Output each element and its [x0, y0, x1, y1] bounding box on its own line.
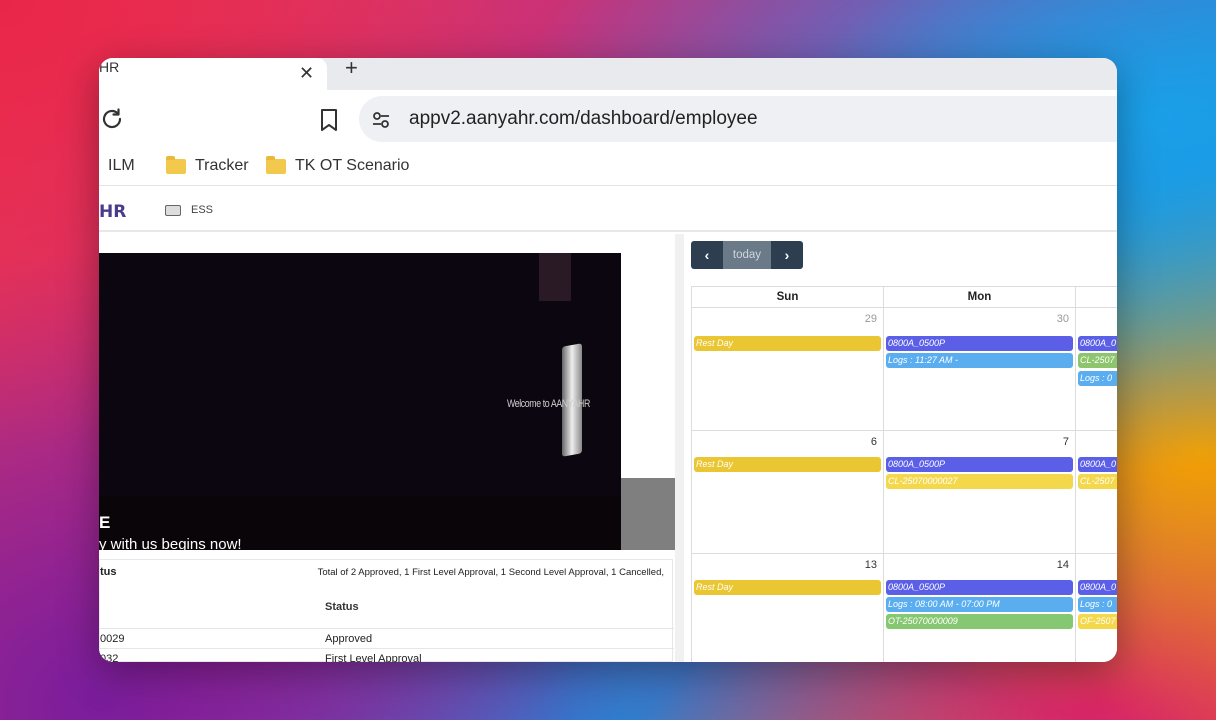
video-side-placeholder	[621, 478, 675, 550]
bookmark-ilm[interactable]: ILM	[99, 156, 135, 176]
event-cl[interactable]: CL-25070000027	[886, 474, 1073, 489]
day-number: 14	[1056, 559, 1069, 571]
dow-sun: Sun	[691, 286, 884, 308]
bookmark-tracker[interactable]: Tracker	[166, 155, 249, 176]
video-strip	[539, 253, 571, 301]
calendar-panel: ‹ today › Sun Mon 29 Rest Day 30 0800A_0…	[684, 234, 1117, 662]
breadcrumb[interactable]: ESS	[165, 204, 213, 216]
event-rest-day[interactable]: Rest Day	[694, 457, 881, 472]
close-tab-icon[interactable]: ✕	[299, 64, 314, 82]
video-welcome-text: Welcome to AANYAHR	[507, 398, 590, 410]
bookmark-tk-ot-scenario[interactable]: TK OT Scenario	[266, 155, 410, 176]
status-card-title: tus	[100, 566, 117, 578]
table-row[interactable]: 0029 Approved	[100, 628, 674, 648]
prev-button[interactable]: ‹	[691, 241, 723, 269]
video-title: E	[99, 513, 111, 532]
bookmark-label: ILM	[108, 157, 135, 174]
day-number: 7	[1062, 436, 1069, 448]
next-button[interactable]: ›	[771, 241, 803, 269]
day-cell[interactable]: 29 Rest Day	[691, 308, 884, 431]
row-status: Approved	[325, 633, 373, 645]
row-status: First Level Approval	[325, 653, 422, 662]
day-number: 30	[1056, 313, 1069, 325]
row-id: 0029	[100, 633, 125, 645]
dow-mon: Mon	[883, 286, 1076, 308]
day-cell[interactable]: 0800A_0 Logs : 0 OF-2507	[1075, 554, 1117, 662]
dashboard-content: Welcome to AANYAHR E y with us begins no…	[99, 234, 1117, 662]
event-logs[interactable]: Logs : 0	[1078, 597, 1117, 612]
event-ot[interactable]: OT-25070000009	[886, 614, 1073, 629]
dow-tue	[1075, 286, 1117, 308]
tab-active[interactable]: HR ✕	[99, 58, 327, 90]
day-cell[interactable]: 14 0800A_0500P Logs : 08:00 AM - 07:00 P…	[883, 554, 1076, 662]
day-number: 29	[864, 313, 877, 325]
bookmark-label: TK OT Scenario	[295, 157, 410, 174]
video-caption: y with us begins now!	[99, 536, 242, 550]
tab-title: HR	[99, 59, 120, 75]
event-shift[interactable]: 0800A_0500P	[886, 457, 1073, 472]
event-rest-day[interactable]: Rest Day	[694, 336, 881, 351]
day-cell[interactable]: 6 Rest Day	[691, 431, 884, 554]
address-bar[interactable]: appv2.aanyahr.com/dashboard/employee	[359, 96, 1117, 142]
folder-icon	[166, 155, 186, 174]
url-text: appv2.aanyahr.com/dashboard/employee	[409, 108, 758, 129]
today-button[interactable]: today	[723, 241, 771, 269]
row-id: 032	[100, 653, 119, 662]
browser-toolbar: appv2.aanyahr.com/dashboard/employee	[99, 90, 1117, 148]
event-shift[interactable]: 0800A_0500P	[886, 336, 1073, 351]
day-cell[interactable]: 0800A_0 CL-2507	[1075, 431, 1117, 554]
event-logs[interactable]: Logs : 11:27 AM -	[886, 353, 1073, 368]
table-row[interactable]: 032 First Level Approval	[100, 648, 674, 662]
day-number: 13	[864, 559, 877, 571]
browser-window: HR ✕ + appv2.aanyahr.com/dashboard/emplo…	[99, 58, 1117, 662]
event-cl[interactable]: CL-2507	[1078, 474, 1117, 489]
calendar-grid: Sun Mon 29 Rest Day 30 0800A_0500P Logs …	[691, 286, 1117, 662]
bookmark-icon[interactable]	[317, 107, 341, 133]
site-settings-icon[interactable]	[371, 110, 391, 130]
event-rest-day[interactable]: Rest Day	[694, 580, 881, 595]
status-card: tus Total of 2 Approved, 1 First Level A…	[99, 559, 674, 662]
day-cell[interactable]: 30 0800A_0500P Logs : 11:27 AM -	[883, 308, 1076, 431]
calendar-nav: ‹ today ›	[691, 241, 803, 269]
app-logo[interactable]: HR	[99, 202, 126, 222]
bookmark-label: Tracker	[195, 157, 249, 174]
day-cell[interactable]: 13 Rest Day	[691, 554, 884, 662]
breadcrumb-label: ESS	[191, 204, 214, 216]
tab-bar: HR ✕ +	[99, 58, 1117, 90]
day-cell[interactable]: 7 0800A_0500P CL-25070000027	[883, 431, 1076, 554]
event-shift[interactable]: 0800A_0	[1078, 580, 1117, 595]
day-cell[interactable]: 0800A_0 CL-2507 Logs : 0	[1075, 308, 1117, 431]
event-of[interactable]: OF-2507	[1078, 614, 1117, 629]
welcome-video[interactable]: Welcome to AANYAHR E y with us begins no…	[99, 253, 621, 550]
left-panel: Welcome to AANYAHR E y with us begins no…	[99, 234, 675, 662]
event-shift[interactable]: 0800A_0500P	[886, 580, 1073, 595]
app-header: HR ESS	[99, 192, 1117, 232]
bookmarks-bar: ILM Tracker TK OT Scenario	[99, 148, 1117, 186]
folder-icon	[266, 155, 286, 174]
event-shift[interactable]: 0800A_0	[1078, 336, 1117, 351]
event-cl[interactable]: CL-2507	[1078, 353, 1117, 368]
reload-icon[interactable]	[99, 106, 125, 132]
new-tab-button[interactable]: +	[345, 58, 358, 79]
event-logs[interactable]: Logs : 0	[1078, 371, 1117, 386]
status-card-total: Total of 2 Approved, 1 First Level Appro…	[317, 567, 664, 578]
event-shift[interactable]: 0800A_0	[1078, 457, 1117, 472]
folder-icon	[165, 204, 181, 216]
day-number: 6	[870, 436, 877, 448]
event-logs[interactable]: Logs : 08:00 AM - 07:00 PM	[886, 597, 1073, 612]
status-column-header: Status	[325, 601, 359, 613]
